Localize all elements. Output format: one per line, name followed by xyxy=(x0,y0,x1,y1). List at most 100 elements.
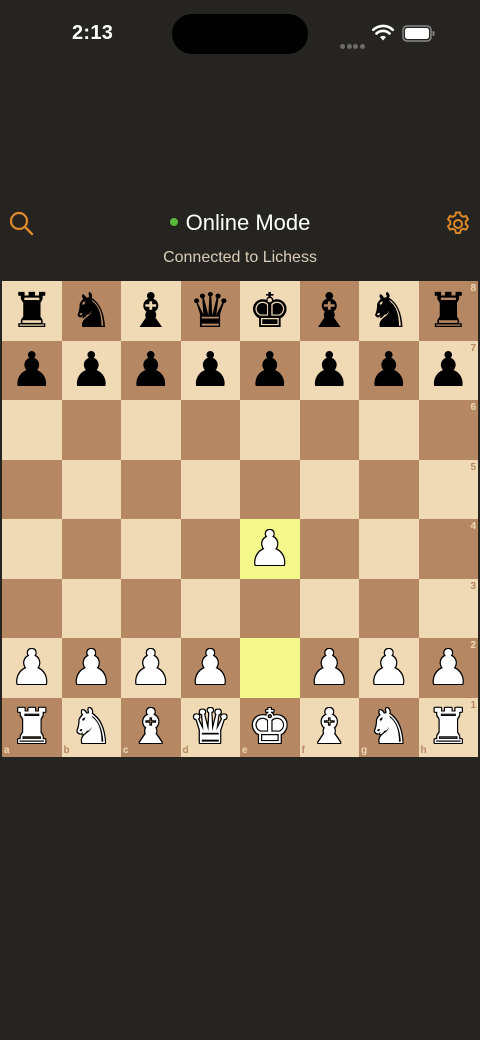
square-g8[interactable]: ♞ xyxy=(359,281,419,341)
square-f2[interactable]: ♟ xyxy=(299,638,359,698)
square-c1[interactable]: ♝ c xyxy=(121,697,181,757)
square-a8[interactable]: ♜ xyxy=(2,281,62,341)
black-pawn-icon[interactable]: ♟ xyxy=(248,346,291,394)
black-rook-icon[interactable]: ♜ xyxy=(10,287,53,335)
square-d7[interactable]: ♟ xyxy=(180,340,240,400)
black-bishop-icon[interactable]: ♝ xyxy=(308,287,351,335)
white-pawn-icon[interactable]: ♟ xyxy=(70,644,113,692)
square-g3[interactable] xyxy=(359,578,419,638)
square-f6[interactable] xyxy=(299,400,359,460)
square-b6[interactable] xyxy=(61,400,121,460)
square-g6[interactable] xyxy=(359,400,419,460)
square-d5[interactable] xyxy=(180,459,240,519)
white-rook-icon[interactable]: ♜ xyxy=(10,703,53,751)
square-d1[interactable]: ♛ d xyxy=(180,697,240,757)
black-pawn-icon[interactable]: ♟ xyxy=(427,346,470,394)
square-c7[interactable]: ♟ xyxy=(121,340,181,400)
square-d4[interactable] xyxy=(180,519,240,579)
white-pawn-icon[interactable]: ♟ xyxy=(427,644,470,692)
square-a4[interactable] xyxy=(2,519,62,579)
white-pawn-icon[interactable]: ♟ xyxy=(248,525,291,573)
square-f7[interactable]: ♟ xyxy=(299,340,359,400)
black-rook-icon[interactable]: ♜ xyxy=(427,287,470,335)
square-a3[interactable] xyxy=(2,578,62,638)
square-c4[interactable] xyxy=(121,519,181,579)
black-pawn-icon[interactable]: ♟ xyxy=(10,346,53,394)
black-knight-icon[interactable]: ♞ xyxy=(70,287,113,335)
square-f3[interactable] xyxy=(299,578,359,638)
square-h2[interactable]: ♟ 2 xyxy=(418,638,478,698)
black-pawn-icon[interactable]: ♟ xyxy=(189,346,232,394)
square-f5[interactable] xyxy=(299,459,359,519)
white-king-icon[interactable]: ♚ xyxy=(248,703,291,751)
square-h7[interactable]: ♟ 7 xyxy=(418,340,478,400)
file-label: g xyxy=(361,745,368,756)
square-b5[interactable] xyxy=(61,459,121,519)
square-e2[interactable] xyxy=(240,638,300,698)
square-b3[interactable] xyxy=(61,578,121,638)
square-d6[interactable] xyxy=(180,400,240,460)
square-c2[interactable]: ♟ xyxy=(121,638,181,698)
square-d8[interactable]: ♛ xyxy=(180,281,240,341)
square-a5[interactable] xyxy=(2,459,62,519)
square-e4[interactable]: ♟ xyxy=(240,519,300,579)
black-pawn-icon[interactable]: ♟ xyxy=(129,346,172,394)
square-f8[interactable]: ♝ xyxy=(299,281,359,341)
square-g5[interactable] xyxy=(359,459,419,519)
square-g7[interactable]: ♟ xyxy=(359,340,419,400)
square-e5[interactable] xyxy=(240,459,300,519)
black-pawn-icon[interactable]: ♟ xyxy=(367,346,410,394)
white-pawn-icon[interactable]: ♟ xyxy=(10,644,53,692)
settings-button[interactable] xyxy=(444,210,472,238)
square-e1[interactable]: ♚ e xyxy=(240,697,300,757)
square-c5[interactable] xyxy=(121,459,181,519)
black-queen-icon[interactable]: ♛ xyxy=(189,287,232,335)
square-e6[interactable] xyxy=(240,400,300,460)
white-bishop-icon[interactable]: ♝ xyxy=(308,703,351,751)
black-pawn-icon[interactable]: ♟ xyxy=(308,346,351,394)
white-pawn-icon[interactable]: ♟ xyxy=(129,644,172,692)
black-pawn-icon[interactable]: ♟ xyxy=(70,346,113,394)
square-b2[interactable]: ♟ xyxy=(61,638,121,698)
white-pawn-icon[interactable]: ♟ xyxy=(308,644,351,692)
square-b8[interactable]: ♞ xyxy=(61,281,121,341)
white-pawn-icon[interactable]: ♟ xyxy=(367,644,410,692)
square-g1[interactable]: ♞ g xyxy=(359,697,419,757)
square-h8[interactable]: ♜ 8 xyxy=(418,281,478,341)
black-bishop-icon[interactable]: ♝ xyxy=(129,287,172,335)
square-d2[interactable]: ♟ xyxy=(180,638,240,698)
square-a2[interactable]: ♟ xyxy=(2,638,62,698)
white-bishop-icon[interactable]: ♝ xyxy=(129,703,172,751)
square-e7[interactable]: ♟ xyxy=(240,340,300,400)
square-f1[interactable]: ♝ f xyxy=(299,697,359,757)
square-a1[interactable]: ♜ a xyxy=(2,697,62,757)
file-label: c xyxy=(123,745,129,756)
white-rook-icon[interactable]: ♜ xyxy=(427,703,470,751)
square-h1[interactable]: ♜ 1 h xyxy=(418,697,478,757)
square-c6[interactable] xyxy=(121,400,181,460)
black-king-icon[interactable]: ♚ xyxy=(248,287,291,335)
square-e3[interactable] xyxy=(240,578,300,638)
square-h4[interactable]: 4 xyxy=(418,519,478,579)
black-knight-icon[interactable]: ♞ xyxy=(367,287,410,335)
square-a7[interactable]: ♟ xyxy=(2,340,62,400)
square-b7[interactable]: ♟ xyxy=(61,340,121,400)
square-g2[interactable]: ♟ xyxy=(359,638,419,698)
square-c8[interactable]: ♝ xyxy=(121,281,181,341)
square-c3[interactable] xyxy=(121,578,181,638)
square-b1[interactable]: ♞ b xyxy=(61,697,121,757)
square-d3[interactable] xyxy=(180,578,240,638)
chess-board[interactable]: ♜ ♞ ♝ ♛ ♚ ♝ ♞ ♜ 8 ♟ ♟ ♟ ♟ ♟ ♟ ♟ ♟ 7 6 5 ♟ 4 3 ♟ ♟ ♟ ♟ ♟ ♟ ♟ 2 ♜ a ♞ b ♝ c ♛ d ♚… xyxy=(2,281,478,757)
square-h6[interactable]: 6 xyxy=(418,400,478,460)
square-h3[interactable]: 3 xyxy=(418,578,478,638)
white-pawn-icon[interactable]: ♟ xyxy=(189,644,232,692)
square-a6[interactable] xyxy=(2,400,62,460)
white-knight-icon[interactable]: ♞ xyxy=(367,703,410,751)
white-knight-icon[interactable]: ♞ xyxy=(70,703,113,751)
square-e8[interactable]: ♚ xyxy=(240,281,300,341)
square-f4[interactable] xyxy=(299,519,359,579)
square-h5[interactable]: 5 xyxy=(418,459,478,519)
square-g4[interactable] xyxy=(359,519,419,579)
white-queen-icon[interactable]: ♛ xyxy=(189,703,232,751)
square-b4[interactable] xyxy=(61,519,121,579)
